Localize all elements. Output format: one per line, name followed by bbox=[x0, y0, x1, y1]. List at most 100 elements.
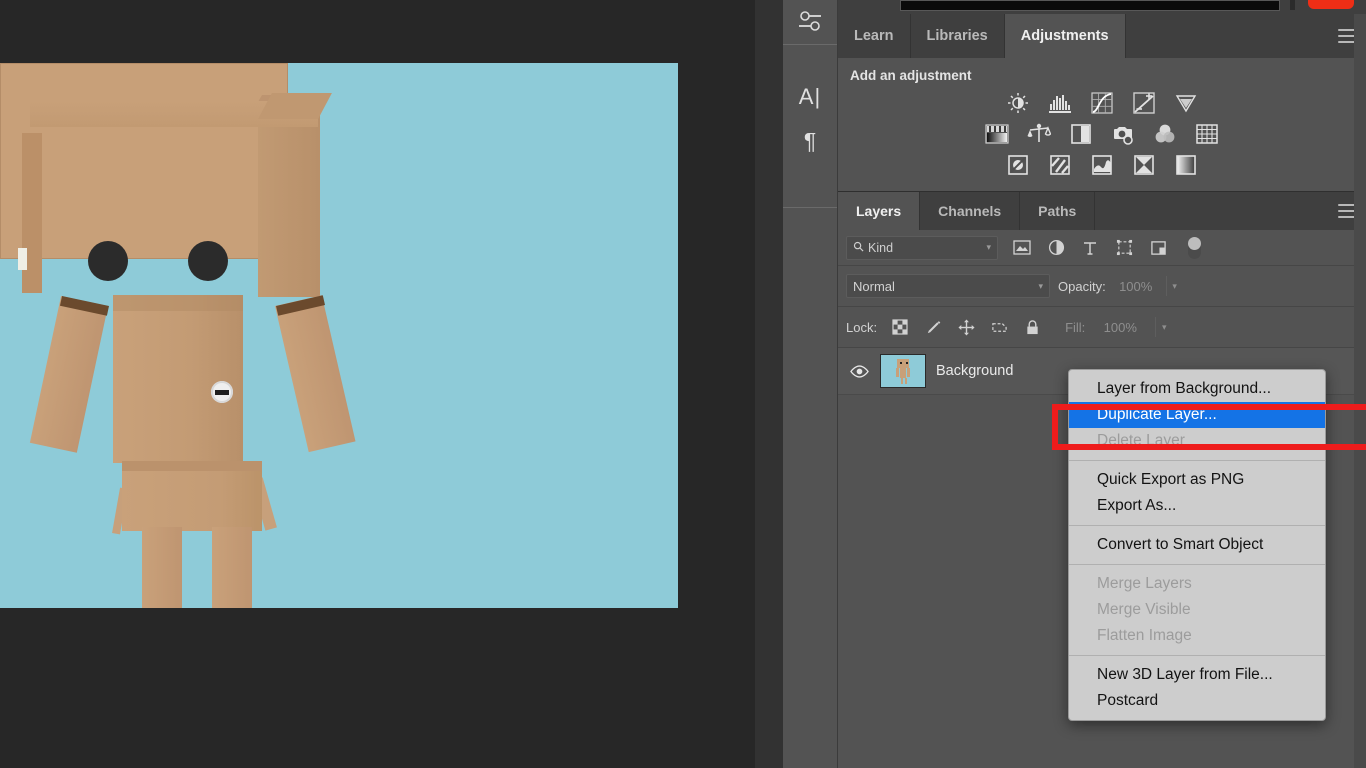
photoshop-window: A| ¶ Learn Libraries Adjustments Add an … bbox=[0, 0, 1366, 768]
context-menu-item-layer-from-background[interactable]: Layer from Background... bbox=[1069, 376, 1325, 402]
photo-filter-icon[interactable] bbox=[1110, 122, 1136, 146]
filter-adjustment-layers-icon[interactable] bbox=[1046, 238, 1066, 258]
opacity-label: Opacity: bbox=[1058, 278, 1106, 294]
context-menu-item-new-3d-layer-from-file[interactable]: New 3D Layer from File... bbox=[1069, 662, 1325, 688]
exposure-icon[interactable] bbox=[1131, 91, 1157, 115]
chevron-down-icon: ▾ bbox=[986, 242, 991, 252]
tab-libraries[interactable]: Libraries bbox=[910, 14, 1005, 58]
paragraph-panel-icon[interactable]: ¶ bbox=[783, 119, 837, 163]
danbo-right-leg bbox=[212, 527, 252, 608]
context-menu-item-merge-visible: Merge Visible bbox=[1069, 597, 1325, 623]
tab-libraries-label: Libraries bbox=[926, 28, 988, 44]
danbo-head-lid-flap bbox=[258, 93, 332, 119]
tab-layers[interactable]: Layers bbox=[838, 192, 921, 230]
opacity-value[interactable]: 100% bbox=[1114, 276, 1158, 296]
lock-artboard-nesting-icon[interactable] bbox=[989, 317, 1009, 337]
document-tab-bar bbox=[838, 0, 1366, 14]
adjustments-panel-body: Add an adjustment bbox=[838, 58, 1366, 191]
blend-mode-select[interactable]: Normal ▾ bbox=[846, 274, 1050, 298]
invert-icon[interactable] bbox=[1005, 153, 1031, 177]
menu-label: Convert to Smart Object bbox=[1097, 536, 1264, 553]
filter-enable-toggle[interactable] bbox=[1188, 236, 1201, 259]
adjustments-panel-tabs: Learn Libraries Adjustments bbox=[838, 14, 1366, 58]
layer-thumbnail[interactable] bbox=[880, 354, 926, 388]
danbo-left-eye bbox=[88, 241, 128, 281]
danbo-torso-shadow bbox=[113, 295, 243, 311]
filter-type-layers-icon[interactable] bbox=[1080, 238, 1100, 258]
fill-label: Fill: bbox=[1065, 319, 1086, 335]
document-tab-black[interactable] bbox=[900, 0, 1280, 11]
layer-kind-select[interactable]: Kind ▾ bbox=[846, 235, 998, 260]
eye-icon[interactable] bbox=[848, 364, 870, 378]
danbo-torso bbox=[113, 295, 243, 463]
context-menu-item-convert-to-smart-object[interactable]: Convert to Smart Object bbox=[1069, 532, 1325, 558]
character-panel-icon[interactable]: A| bbox=[783, 75, 837, 119]
adjustment-row-3 bbox=[1005, 153, 1199, 177]
channel-mixer-icon[interactable] bbox=[1152, 122, 1178, 146]
document-canvas[interactable] bbox=[0, 63, 678, 608]
tab-layers-label: Layers bbox=[856, 203, 902, 219]
chevron-down-icon: ▾ bbox=[1038, 280, 1043, 291]
context-menu-item-merge-layers: Merge Layers bbox=[1069, 571, 1325, 597]
filter-smart-object-layers-icon[interactable] bbox=[1148, 238, 1168, 258]
context-menu-item-flatten-image: Flatten Image bbox=[1069, 623, 1325, 649]
vibrance-icon[interactable] bbox=[1173, 91, 1199, 115]
blend-mode-row: Normal ▾ Opacity: 100% ▾ bbox=[838, 266, 1366, 307]
layer-kind-value: Kind bbox=[868, 240, 894, 255]
lock-position-icon[interactable] bbox=[956, 317, 976, 337]
gradient-map-icon[interactable] bbox=[1131, 153, 1157, 177]
tab-adjustments[interactable]: Adjustments bbox=[1004, 14, 1126, 58]
brightness-contrast-icon[interactable] bbox=[1005, 91, 1031, 115]
lock-row: Lock: Fill: 100% ▾ bbox=[838, 307, 1366, 348]
danbo-left-leg bbox=[142, 527, 182, 608]
danbo-head-tab bbox=[18, 248, 27, 270]
lock-image-pixels-icon[interactable] bbox=[923, 317, 943, 337]
add-an-adjustment-heading: Add an adjustment bbox=[850, 68, 972, 83]
tab-paths-label: Paths bbox=[1038, 203, 1077, 219]
selective-color-icon[interactable] bbox=[1173, 153, 1199, 177]
adjustment-row-1 bbox=[1005, 91, 1199, 115]
filter-shape-layers-icon[interactable] bbox=[1114, 238, 1134, 258]
context-menu-item-postcard[interactable]: Postcard bbox=[1069, 688, 1325, 714]
red-highlight-annotation bbox=[1052, 404, 1366, 450]
layers-tab-filler bbox=[1095, 192, 1366, 230]
black-and-white-icon[interactable] bbox=[1068, 122, 1094, 146]
levels-icon[interactable] bbox=[1047, 91, 1073, 115]
tab-channels[interactable]: Channels bbox=[920, 192, 1021, 230]
workspace bbox=[0, 0, 755, 768]
danbo-head-right-face bbox=[258, 101, 320, 297]
lock-all-icon[interactable] bbox=[1022, 317, 1042, 337]
menu-label: New 3D Layer from File... bbox=[1097, 666, 1273, 683]
posterize-icon[interactable] bbox=[1047, 153, 1073, 177]
menu-label: Export As... bbox=[1097, 497, 1177, 514]
threshold-icon[interactable] bbox=[1089, 153, 1115, 177]
adjustments-sliders-icon[interactable] bbox=[783, 0, 837, 44]
search-icon bbox=[853, 241, 864, 255]
fill-chevron-down-icon[interactable]: ▾ bbox=[1155, 317, 1172, 337]
danbo-hips bbox=[122, 461, 262, 531]
tab-channels-label: Channels bbox=[938, 203, 1002, 219]
fill-value[interactable]: 100% bbox=[1098, 317, 1142, 337]
menu-label: Merge Layers bbox=[1097, 575, 1192, 592]
context-menu-separator bbox=[1069, 525, 1325, 526]
lock-transparent-pixels-icon[interactable] bbox=[890, 317, 910, 337]
tab-paths[interactable]: Paths bbox=[1020, 192, 1096, 230]
color-balance-icon[interactable] bbox=[1026, 122, 1052, 146]
curves-icon[interactable] bbox=[1089, 91, 1115, 115]
menu-label: Layer from Background... bbox=[1097, 380, 1272, 397]
tab-separator bbox=[1290, 0, 1295, 10]
opacity-chevron-down-icon[interactable]: ▾ bbox=[1165, 276, 1183, 296]
tab-learn[interactable]: Learn bbox=[838, 14, 911, 58]
context-menu-separator bbox=[1069, 564, 1325, 565]
tab-adjustments-label: Adjustments bbox=[1020, 28, 1109, 44]
hue-saturation-icon[interactable] bbox=[984, 122, 1010, 146]
adjustment-icon-grid bbox=[838, 91, 1366, 177]
color-lookup-icon[interactable] bbox=[1194, 122, 1220, 146]
danbo-right-eye bbox=[188, 241, 228, 281]
panel-scroll-strip[interactable] bbox=[1354, 14, 1366, 768]
context-menu-item-quick-export-as-png[interactable]: Quick Export as PNG bbox=[1069, 467, 1325, 493]
context-menu-separator bbox=[1069, 460, 1325, 461]
context-menu-item-export-as[interactable]: Export As... bbox=[1069, 493, 1325, 519]
menu-label: Postcard bbox=[1097, 692, 1159, 709]
filter-pixel-layers-icon[interactable] bbox=[1012, 238, 1032, 258]
